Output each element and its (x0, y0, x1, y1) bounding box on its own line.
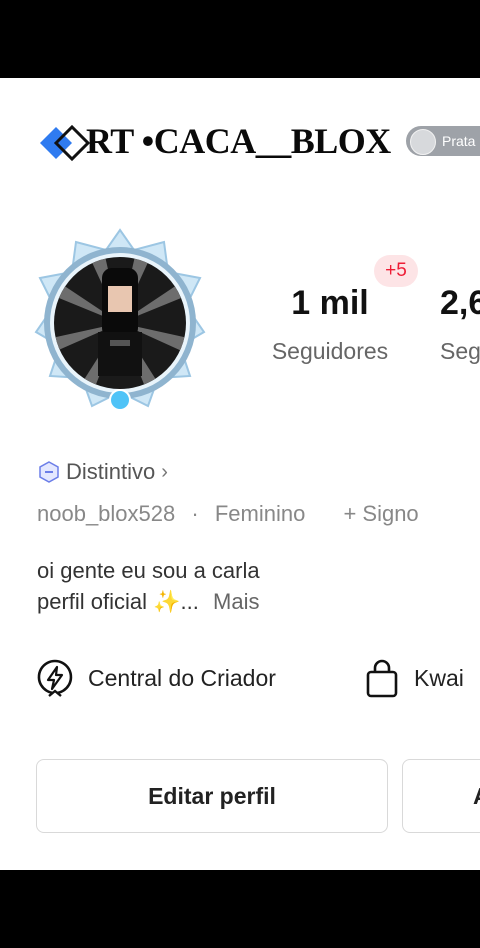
secondary-action-button[interactable]: A (402, 759, 480, 833)
following-stat[interactable]: 2,6 Seg (440, 278, 480, 371)
shop-label: Kwai (414, 664, 464, 691)
new-followers-badge: +5 (374, 255, 418, 287)
add-sign-link[interactable]: + Signo (343, 497, 418, 531)
profile-bio: oi gente eu sou a carla perfil oficial ✨… (37, 555, 457, 617)
page-title: RT •CACA__BLOX (86, 121, 391, 161)
creator-center-label: Central do Criador (88, 664, 276, 691)
profile-screen: RT •CACA__BLOX Prata 1 mil Seguidores +5… (0, 78, 480, 870)
profile-header: RT •CACA__BLOX Prata (0, 118, 480, 168)
followers-count: 1 mil (291, 284, 369, 322)
username-handle: noob_blox528 (37, 501, 176, 526)
followers-label: Seguidores (271, 338, 389, 364)
lightning-icon (37, 659, 73, 697)
profile-info-row: noob_blox528 · Feminino + Signo (37, 497, 480, 531)
profile-links: Central do Criador Kwai (36, 656, 480, 700)
badge-label: Distintivo (66, 459, 156, 484)
chevron-right-icon: › (161, 460, 168, 483)
avatar[interactable] (30, 228, 210, 428)
shopping-bag-icon (366, 659, 398, 698)
following-label: Seg (440, 338, 480, 364)
level-medal-icon (410, 129, 436, 155)
level-badge-label: Prata (442, 133, 476, 149)
bio-line-1: oi gente eu sou a carla (37, 558, 260, 583)
followers-stat[interactable]: 1 mil Seguidores (256, 278, 404, 371)
badge-icon (39, 461, 59, 483)
badge-link[interactable]: Distintivo › (38, 458, 168, 486)
logo-diamond-icon (40, 124, 90, 162)
level-badge[interactable]: Prata (406, 126, 480, 156)
info-separator: · (191, 501, 199, 526)
gender-label: Feminino (214, 501, 306, 526)
edit-profile-button[interactable]: Editar perfil (36, 759, 388, 833)
bio-line-2: perfil oficial ✨... (37, 589, 199, 614)
following-count: 2,6 (440, 284, 480, 322)
creator-center-link[interactable]: Central do Criador (36, 656, 276, 700)
shop-link[interactable]: Kwai (364, 656, 464, 700)
bio-more-link[interactable]: Mais (213, 589, 259, 614)
